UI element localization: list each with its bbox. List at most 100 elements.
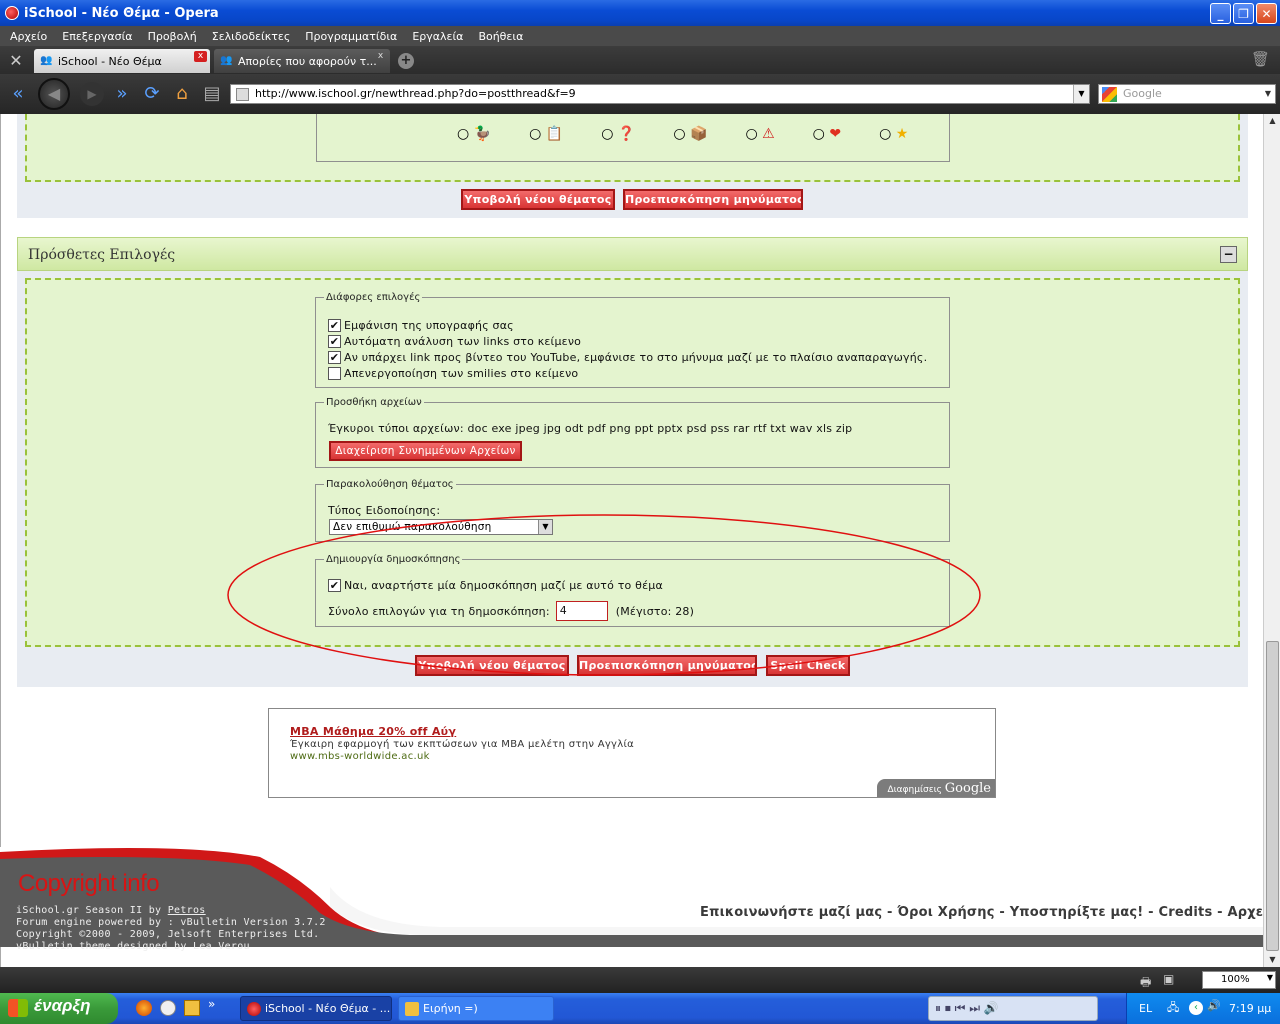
zoom-value: 100% (1221, 974, 1250, 985)
notification-type-select[interactable]: Δεν επιθυμώ παρακολούθηση ▼ (329, 519, 553, 535)
close-button[interactable]: ✕ (1256, 3, 1277, 24)
close-tab-icon[interactable]: x (374, 51, 387, 62)
tab-questions[interactable]: 👥 Απορίες που αφορούν τ... x (214, 49, 390, 73)
maximize-button[interactable]: ❐ (1233, 3, 1254, 24)
post-icon-option[interactable]: ○ 📋 (529, 126, 563, 142)
navigation-bar: « ◀ ▶ » ⟳ ⌂ ▤ http://www.ischool.gr/newt… (0, 74, 1280, 114)
menu-view[interactable]: Προβολή (142, 30, 206, 43)
option-label: Ναι, αναρτήστε μία δημοσκόπηση μαζί με α… (344, 579, 663, 592)
misc-options-legend: Διάφορες επιλογές (326, 292, 421, 303)
copyright-line-3: Copyright ©2000 - 2009, Jelsoft Enterpri… (16, 929, 320, 940)
tray-arrow-icon[interactable]: ‹ (1189, 1001, 1203, 1015)
scroll-down-icon[interactable]: ▼ (1264, 953, 1280, 967)
checkbox-checked[interactable]: ✔ (328, 335, 341, 348)
post-icon-option[interactable]: ○ 🦆 (457, 126, 491, 142)
post-poll-option[interactable]: ✔ Ναι, αναρτήστε μία δημοσκόπηση μαζί με … (328, 579, 663, 592)
menu-help[interactable]: Βοήθεια (472, 30, 532, 43)
disable-smilies-option[interactable]: Απενεργοποίηση των smilies στο κείμενο (328, 367, 578, 380)
post-icon-option[interactable]: ○ 📦 (673, 126, 707, 142)
fast-forward-icon[interactable]: » (110, 82, 134, 106)
start-button[interactable]: έναρξη (0, 993, 118, 1024)
tab-ischool-new-thread[interactable]: 👥 iSchool - Νέο Θέμα x (34, 49, 210, 73)
window-title: iSchool - Νέο Θέμα - Opera (24, 5, 219, 21)
rewind-icon[interactable]: « (6, 82, 30, 106)
wand-icon[interactable]: ▤ (200, 82, 224, 106)
copyright-line-4: vBulletin theme designed by Lea Verou (16, 941, 250, 952)
additional-options-title: Πρόσθετες Επιλογές (28, 247, 176, 263)
post-icon-option[interactable]: ○ ❓ (601, 126, 635, 142)
expand-quicklaunch-icon[interactable]: » (208, 997, 215, 1011)
printer-icon[interactable]: 🖶 (1140, 973, 1151, 994)
option-label: Εμφάνιση της υπογραφής σας (344, 319, 514, 332)
post-icon-option[interactable]: ○ ❤ (813, 126, 841, 142)
chevron-down-icon[interactable]: ▼ (538, 520, 552, 534)
post-icon-option[interactable]: ○ ★ (879, 126, 908, 142)
back-icon[interactable]: ◀ (38, 78, 70, 110)
checkbox-checked[interactable]: ✔ (328, 579, 341, 592)
additional-options-header: Πρόσθετες Επιλογές − (17, 237, 1248, 271)
preview-message-button[interactable]: Προεπισκόπηση μηνύματος (577, 655, 757, 676)
scroll-up-icon[interactable]: ▲ (1264, 114, 1280, 128)
search-input[interactable]: Google ▼ (1098, 84, 1276, 104)
credits-link[interactable]: Credits (1159, 905, 1213, 920)
submit-new-thread-button[interactable]: Υποβολή νέου θέματος (461, 189, 615, 210)
windows-taskbar: έναρξη » iSchool - Νέο Θέμα - ... Ειρήνη… (0, 993, 1280, 1024)
taskbar-folder-eirini[interactable]: Ειρήνη =) (398, 996, 554, 1021)
green-box: ○ 🦆 ○ 📋 ○ ❓ ○ 📦 ○ ⚠ ○ ❤ ○ ★ (25, 114, 1240, 182)
submit-new-thread-button[interactable]: Υποβολή νέου θέματος (415, 655, 569, 676)
post-icon-option[interactable]: ○ ⚠ (745, 126, 774, 142)
checkbox-unchecked[interactable] (328, 367, 341, 380)
menu-tools[interactable]: Εργαλεία (406, 30, 472, 43)
collapse-icon[interactable]: − (1220, 246, 1237, 263)
youtube-embed-option[interactable]: ✔ Αν υπάρχει link προς βίντεο του YouTube… (328, 351, 927, 364)
new-tab-icon[interactable]: + (398, 53, 414, 69)
checkbox-checked[interactable]: ✔ (328, 319, 341, 332)
zoom-select[interactable]: 100% ▼ (1202, 971, 1276, 989)
trash-icon[interactable]: 🗑 (1251, 50, 1270, 68)
parse-links-option[interactable]: ✔ Αυτόματη ανάλυση των links στο κείμενο (328, 335, 581, 348)
close-tab-icon[interactable]: x (194, 51, 207, 62)
menu-edit[interactable]: Επεξεργασία (56, 30, 141, 43)
scrollbar-thumb[interactable] (1266, 641, 1279, 951)
ad-title-link[interactable]: MBA Μάθημα 20% off Αύγ (290, 725, 456, 738)
forward-icon[interactable]: ▶ (80, 82, 104, 106)
poll-max-label: (Μέγιστο: 28) (615, 604, 695, 618)
chevron-down-icon[interactable]: ▼ (1073, 85, 1089, 103)
author-link[interactable]: Petros (168, 905, 206, 916)
poll-options-input[interactable]: 4 (555, 601, 608, 621)
page-scrollbar[interactable]: ▲ ▼ (1263, 114, 1280, 967)
chevron-down-icon[interactable]: ▼ (1267, 973, 1273, 982)
folder-icon[interactable] (184, 1000, 200, 1016)
address-field[interactable]: http://www.ischool.gr/newthread.php?do=p… (230, 84, 1090, 104)
show-signature-option[interactable]: ✔ Εμφάνιση της υπογραφής σας (328, 319, 514, 332)
menu-file[interactable]: Αρχείο (4, 30, 56, 43)
menu-bookmarks[interactable]: Σελιδοδείκτες (206, 30, 300, 43)
preview-message-button[interactable]: Προεπισκόπηση μηνύματος (623, 189, 803, 210)
contact-link[interactable]: Επικοινωνήστε μαζί μας (700, 905, 882, 920)
network-icon[interactable]: 🖧 (1167, 999, 1179, 1018)
ad-url-link[interactable]: www.mbs-worldwide.ac.uk (290, 751, 430, 762)
ads-by-google-badge[interactable]: Διαφημίσεις Google (877, 779, 995, 797)
volume-icon[interactable]: 🔊 (1207, 999, 1221, 1012)
firefox-icon[interactable] (136, 1000, 152, 1016)
tools-icon[interactable]: ✕ (6, 51, 26, 71)
reload-icon[interactable]: ⟳ (140, 82, 164, 106)
manage-attachments-button[interactable]: Διαχείριση Συνημμένων Αρχείων (329, 441, 522, 461)
menu-widgets[interactable]: Προγραμματίδια (299, 30, 406, 43)
home-icon[interactable]: ⌂ (170, 82, 194, 106)
poll-legend: Δημιουργία δημοσκόπησης (326, 554, 461, 565)
media-player-icon[interactable] (160, 1000, 176, 1016)
spell-check-button[interactable]: Spell Check (766, 655, 850, 676)
poll-options-row: Σύνολο επιλογών για τη δημοσκόπηση: 4 (Μ… (328, 601, 694, 621)
taskbar-ischool-opera[interactable]: iSchool - Νέο Θέμα - ... (240, 996, 392, 1021)
support-link[interactable]: Υποστηρίξτε μας! (1010, 905, 1144, 920)
notification-type-label: Τύπος Ειδοποίησης: (328, 504, 441, 517)
chevron-down-icon[interactable]: ▼ (1261, 85, 1275, 103)
terms-link[interactable]: Όροι Χρήσης (897, 905, 994, 920)
images-icon[interactable]: ▣ (1163, 972, 1174, 986)
language-indicator[interactable]: EL (1139, 1002, 1152, 1015)
checkbox-checked[interactable]: ✔ (328, 351, 341, 364)
copyright-title: Copyright info (18, 870, 160, 897)
media-controls-icon[interactable]: ⏸ ⏹ ⏮ ⏭ 🔊 (935, 1001, 999, 1016)
minimize-button[interactable]: _ (1210, 3, 1231, 24)
